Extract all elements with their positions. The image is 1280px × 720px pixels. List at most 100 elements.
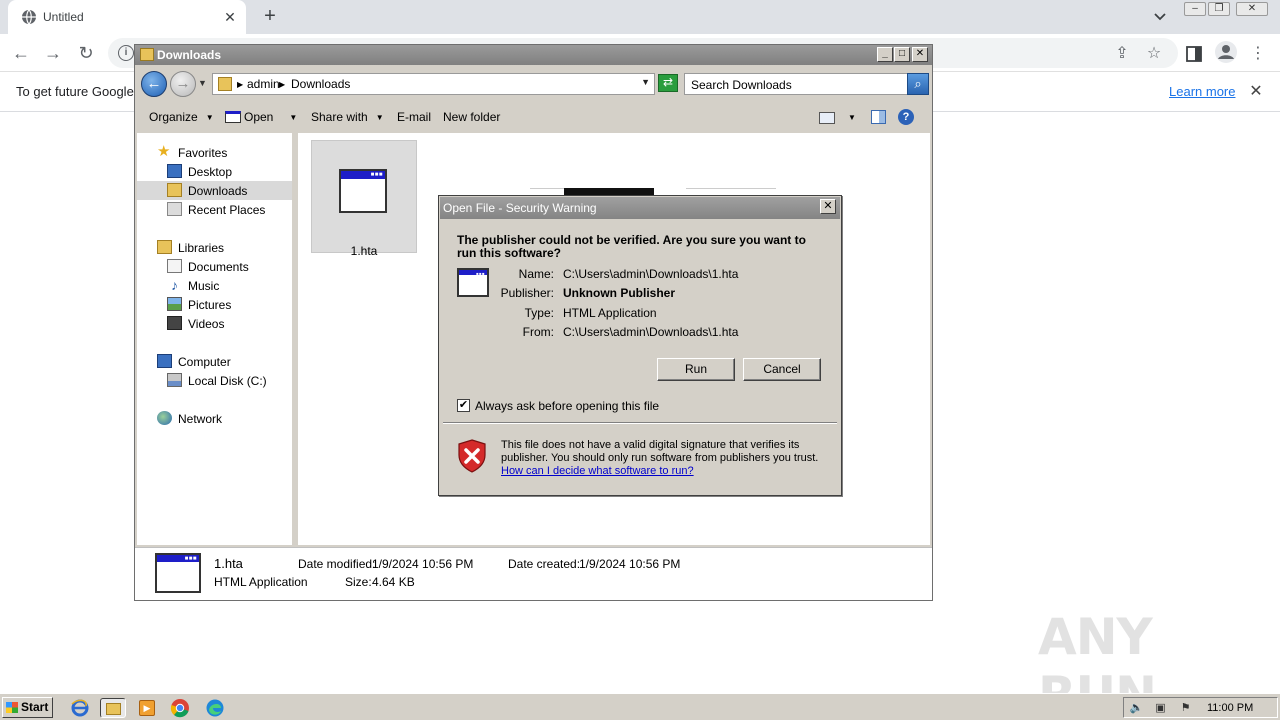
size-value: 4.64 KB — [372, 575, 415, 589]
dropdown-arrow-icon: ▼ — [289, 113, 298, 122]
explorer-command-bar: Organize ▼ Open ▼ Share with ▼ E-mail New f… — [135, 102, 932, 132]
explorer-minimize-button[interactable]: _ — [877, 47, 893, 62]
site-info-icon[interactable]: i — [118, 45, 134, 61]
internet-explorer-icon[interactable] — [70, 698, 90, 718]
bookmark-star-icon[interactable]: ☆ — [1144, 44, 1164, 64]
close-window-button[interactable]: ✕ — [1236, 2, 1268, 16]
restore-window-button[interactable]: ❐ — [1208, 2, 1230, 16]
explorer-titlebar[interactable]: Downloads _ □ ✕ — [135, 45, 932, 65]
nav-favorites[interactable]: ★ Favorites — [137, 143, 292, 162]
media-player-icon[interactable]: ▶ — [137, 698, 157, 718]
nav-label: Desktop — [188, 165, 233, 179]
nav-label: Local Disk (C:) — [188, 374, 267, 388]
network-status-icon[interactable]: ▣ — [1153, 701, 1168, 715]
learn-more-link[interactable]: Learn more — [1169, 84, 1235, 99]
cancel-button[interactable]: Cancel — [743, 358, 821, 381]
help-icon[interactable]: ? — [898, 109, 914, 125]
nav-label: Music — [188, 279, 220, 293]
open-label: Open — [244, 110, 274, 124]
preview-pane-icon[interactable] — [871, 110, 886, 124]
organize-label: Organize — [149, 110, 198, 124]
nav-pictures[interactable]: Pictures — [137, 295, 292, 314]
tab-close-icon[interactable]: ✕ — [222, 9, 238, 25]
nav-downloads[interactable]: Downloads — [137, 181, 292, 200]
always-ask-checkbox[interactable]: ✔ — [457, 399, 470, 412]
network-icon — [157, 411, 172, 425]
recent-places-icon — [167, 202, 182, 216]
breadcrumb-chevron-icon[interactable]: ▶ — [237, 80, 243, 89]
file-item-1-hta[interactable]: ■■■ 1.hta — [311, 140, 417, 258]
volume-icon[interactable]: 🔈 — [1129, 701, 1144, 715]
organize-button[interactable]: Organize ▼ — [149, 110, 214, 124]
tab-title: Untitled — [43, 10, 84, 24]
nav-documents[interactable]: Documents — [137, 257, 292, 276]
search-icon[interactable]: ⌕ — [907, 73, 929, 95]
date-modified-label: Date modified: — [298, 557, 376, 571]
nav-videos[interactable]: Videos — [137, 314, 292, 333]
minimize-window-button[interactable]: – — [1184, 2, 1206, 16]
explorer-close-button[interactable]: ✕ — [912, 47, 928, 62]
desktop-icon — [167, 164, 182, 178]
email-button[interactable]: E-mail — [397, 110, 431, 124]
breadcrumb-chevron-icon[interactable]: ▶ — [279, 80, 285, 89]
downloads-folder-icon — [167, 183, 182, 197]
share-with-button[interactable]: Share with ▼ — [311, 110, 384, 124]
forward-arrow-icon[interactable]: → — [42, 42, 64, 64]
date-created-label: Date created: — [508, 557, 581, 571]
date-modified-value: 1/9/2024 10:56 PM — [372, 557, 474, 571]
dialog-close-button[interactable]: ✕ — [820, 199, 836, 214]
action-center-flag-icon[interactable]: ⚑ — [1178, 701, 1193, 715]
browser-tab[interactable]: Untitled ✕ — [8, 0, 246, 34]
breadcrumb-admin[interactable]: admin — [247, 77, 280, 91]
info-bar-close-icon[interactable]: ✕ — [1247, 81, 1265, 101]
nav-network[interactable]: Network — [137, 409, 292, 428]
windows-logo-icon — [6, 702, 18, 713]
nav-libraries[interactable]: Libraries — [137, 238, 292, 257]
reload-icon[interactable]: ↻ — [75, 42, 97, 64]
help-decide-link[interactable]: How can I decide what software to run? — [501, 465, 694, 477]
nav-desktop[interactable]: Desktop — [137, 162, 292, 181]
breadcrumb-downloads[interactable]: Downloads — [291, 77, 350, 91]
new-tab-button[interactable]: + — [258, 6, 282, 28]
explorer-title: Downloads — [157, 48, 222, 62]
new-folder-button[interactable]: New folder — [443, 110, 500, 124]
signature-warning-text: This file does not have a valid digital … — [501, 439, 819, 464]
globe-icon — [22, 9, 36, 25]
back-arrow-icon[interactable]: ← — [10, 42, 32, 64]
edge-icon[interactable] — [205, 698, 225, 718]
side-panel-icon[interactable] — [1184, 44, 1204, 64]
change-view-icon[interactable] — [819, 112, 835, 124]
recent-pages-chevron-icon[interactable]: ▼ — [198, 78, 208, 90]
explorer-search-input[interactable]: Search Downloads — [684, 73, 908, 95]
dialog-titlebar[interactable]: Open File - Security Warning — [440, 197, 840, 219]
nav-computer[interactable]: Computer — [137, 352, 292, 371]
refresh-icon[interactable]: ⇄ — [658, 74, 678, 92]
taskbar: Start ▶ 🔈 ▣ ⚑ 11:00 PM — [0, 693, 1280, 720]
address-dropdown-icon[interactable]: ▼ — [641, 77, 650, 87]
nav-recent-places[interactable]: Recent Places — [137, 200, 292, 219]
clock[interactable]: 11:00 PM — [1207, 702, 1253, 714]
explorer-taskbar-icon[interactable] — [100, 698, 126, 718]
tab-search-chevron-icon[interactable] — [1150, 8, 1170, 26]
explorer-address-bar[interactable]: ▶ admin ▶ Downloads ▼ — [212, 73, 655, 95]
profile-avatar-icon[interactable] — [1214, 40, 1238, 64]
open-button[interactable]: Open ▼ — [225, 110, 297, 124]
date-created-value: 1/9/2024 10:56 PM — [579, 557, 681, 571]
chrome-icon[interactable] — [170, 698, 190, 718]
explorer-maximize-button[interactable]: □ — [894, 47, 910, 62]
menu-kebab-icon[interactable]: ⋮ — [1248, 44, 1268, 64]
explorer-back-button[interactable]: ← — [141, 71, 167, 97]
share-icon[interactable]: ⇪ — [1112, 44, 1132, 64]
always-ask-label: Always ask before opening this file — [475, 399, 660, 413]
nav-label: Libraries — [178, 241, 225, 255]
nav-music[interactable]: ♪ Music — [137, 276, 292, 295]
from-value: C:\Users\admin\Downloads\1.hta — [563, 325, 739, 339]
start-button[interactable]: Start — [2, 697, 53, 718]
app-window-icon — [225, 111, 241, 123]
explorer-forward-button[interactable]: → — [170, 71, 196, 97]
run-button[interactable]: Run — [657, 358, 735, 381]
view-options-chevron-icon[interactable]: ▼ — [848, 113, 856, 122]
nav-local-disk[interactable]: Local Disk (C:) — [137, 371, 292, 390]
nav-label: Pictures — [188, 298, 232, 312]
type-value: HTML Application — [563, 306, 657, 320]
